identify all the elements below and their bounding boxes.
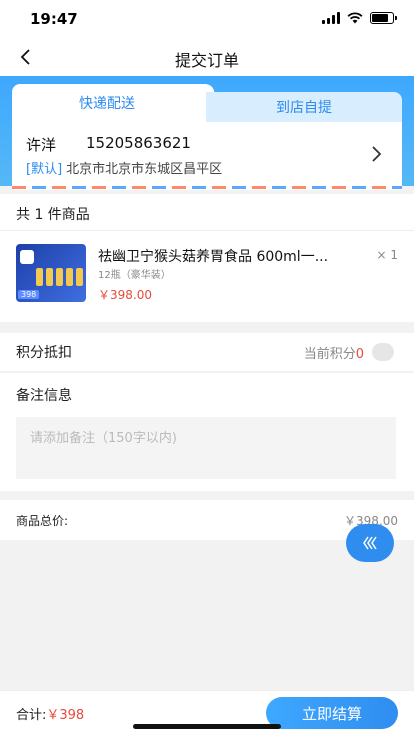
tab-label: 快递配送 <box>79 96 135 112</box>
footer-sum-label: 合计: <box>16 708 47 723</box>
points-current-label: 当前积分 <box>303 347 356 362</box>
chevrons-left-icon <box>363 536 377 550</box>
remark-input[interactable] <box>16 417 396 479</box>
tab-label: 到店自提 <box>276 100 332 116</box>
thumb-price-label: 398 <box>18 290 40 299</box>
status-icons <box>322 12 397 24</box>
divider <box>0 230 414 231</box>
address-card[interactable]: 许洋 15205863621 [默认] 北京市北京市东城区昌平区 <box>12 122 402 190</box>
battery-icon <box>370 12 397 24</box>
remark-section: 备注信息 <box>0 373 414 491</box>
recipient-phone: 15205863621 <box>86 134 191 152</box>
signal-icon <box>322 12 340 24</box>
remark-label: 备注信息 <box>16 388 72 404</box>
default-tag: [默认] <box>26 162 63 177</box>
footer-sum: 合计:￥398 <box>16 704 84 723</box>
checkout-footer: 合计:￥398 立即结算 <box>0 690 414 736</box>
footer-sum-value: ￥398 <box>46 708 85 723</box>
points-section: 积分抵扣 当前积分0 <box>0 333 414 371</box>
product-image[interactable]: 398 <box>16 244 86 302</box>
goods-count: 共 1 件商品 <box>16 207 90 223</box>
page-title: 提交订单 <box>174 51 239 70</box>
total-label: 商品总价: <box>16 514 69 528</box>
points-label: 积分抵扣 <box>16 345 72 361</box>
checkout-button[interactable]: 立即结算 <box>266 697 398 729</box>
product-price: ￥398.00 <box>98 288 152 302</box>
home-indicator <box>133 724 281 729</box>
points-info: 当前积分0 <box>304 343 364 362</box>
envelope-border <box>12 186 402 189</box>
status-bar: 19:47 <box>0 0 414 38</box>
points-current-value: 0 <box>355 347 364 362</box>
tab-express-delivery[interactable]: 快递配送 <box>12 84 202 122</box>
address-line: [默认] 北京市北京市东城区昌平区 <box>26 158 222 177</box>
status-time: 19:47 <box>30 10 78 28</box>
tab-store-pickup[interactable]: 到店自提 <box>206 92 402 122</box>
goods-section: 共 1 件商品 398 祛幽卫宁猴头菇养胃食品 600ml一... 12瓶（豪华… <box>0 194 414 322</box>
nav-bar: 提交订单 <box>0 38 414 76</box>
product-title: 祛幽卫宁猴头菇养胃食品 600ml一... <box>98 249 329 265</box>
address-detail: 北京市北京市东城区昌平区 <box>66 162 223 177</box>
wifi-icon <box>347 12 363 24</box>
product-spec: 12瓶（豪华装） <box>98 270 171 281</box>
product-quantity: × 1 <box>376 248 398 262</box>
points-toggle[interactable] <box>372 343 394 361</box>
recipient-name: 许洋 <box>26 136 57 154</box>
floating-menu-button[interactable] <box>346 524 394 562</box>
chevron-right-icon <box>372 146 382 162</box>
